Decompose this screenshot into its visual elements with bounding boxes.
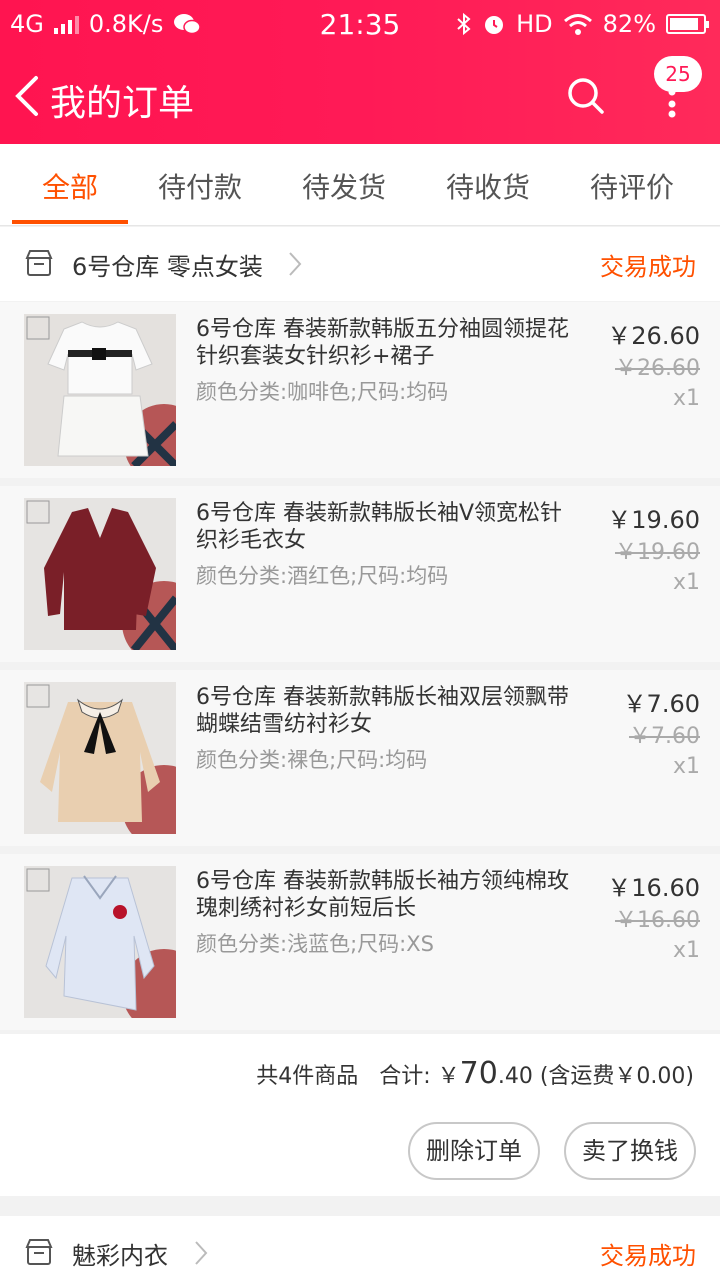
currency-symbol: ￥: [437, 1064, 460, 1089]
product-sku: 颜色分类:裸色;尺码:均码: [196, 748, 428, 772]
product-sku: 颜色分类:咖啡色;尺码:均码: [196, 380, 449, 404]
order-total-line: 共4件商品 合计: ￥70.40 (含运费￥0.00): [256, 1056, 694, 1091]
tab-all[interactable]: 全部: [5, 166, 135, 206]
product-image: [24, 314, 176, 466]
product-title: 6号仓库 春装新款韩版长袖V领宽松针织衫毛衣女: [196, 501, 563, 553]
order-item[interactable]: 6号仓库 春装新款韩版长袖双层领飘带蝴蝶结雪纺衬衫女 颜色分类:裸色;尺码:均码…: [0, 670, 720, 846]
order-shop-header[interactable]: 魅彩内衣 交易成功: [0, 1216, 720, 1280]
product-quantity: x1: [672, 754, 700, 779]
chevron-right-icon: [289, 252, 302, 276]
battery-icon: [666, 14, 709, 34]
back-icon[interactable]: [12, 74, 42, 118]
product-original-price: ￥19.60: [615, 540, 700, 565]
order-tabs: 全部 待付款 待发货 待收货 待评价: [0, 144, 720, 226]
order-summary: 共4件商品 合计: ￥70.40 (含运费￥0.00) 删除订单 卖了换钱: [0, 1034, 720, 1196]
chevron-right-icon: [195, 1241, 208, 1265]
product-title: 6号仓库 春装新款韩版五分袖圆领提花针织套装女针织衫+裙子: [196, 317, 569, 369]
total-amount-integer: 70: [459, 1056, 498, 1091]
status-bar: 4G 0.8K/s 21:35 HD 82%: [0, 0, 720, 48]
product-image: [24, 498, 176, 650]
order-shop-header[interactable]: 6号仓库 零点女装 交易成功: [0, 227, 720, 301]
total-amount-decimal: .40: [497, 1064, 533, 1089]
product-image: [24, 682, 176, 834]
notification-badge[interactable]: 25: [654, 56, 702, 92]
order-item[interactable]: 6号仓库 春装新款韩版五分袖圆领提花针织套装女针织衫+裙子 颜色分类:咖啡色;尺…: [0, 302, 720, 478]
product-quantity: x1: [672, 938, 700, 963]
bluetooth-icon: [457, 12, 471, 36]
resell-button[interactable]: 卖了换钱: [564, 1122, 696, 1180]
wifi-icon: [563, 14, 592, 35]
delete-order-button[interactable]: 删除订单: [408, 1122, 540, 1180]
order-status: 交易成功: [600, 253, 696, 281]
store-icon: [25, 1239, 53, 1265]
product-title: 6号仓库 春装新款韩版长袖双层领飘带蝴蝶结雪纺衬衫女: [196, 685, 569, 737]
order-status: 交易成功: [600, 1242, 696, 1270]
product-quantity: x1: [672, 386, 700, 411]
page-title: 我的订单: [50, 83, 195, 124]
product-sku: 颜色分类:浅蓝色;尺码:XS: [196, 932, 434, 956]
product-price: ￥19.60: [607, 506, 700, 534]
tab-pending-receipt[interactable]: 待收货: [423, 166, 553, 206]
tab-indicator: [12, 220, 128, 224]
item-count: 共4件商品: [256, 1064, 359, 1089]
product-quantity: x1: [672, 570, 700, 595]
tab-pending-review[interactable]: 待评价: [567, 166, 697, 206]
alarm-icon: [485, 16, 504, 34]
product-sku: 颜色分类:酒红色;尺码:均码: [196, 564, 449, 588]
product-original-price: ￥16.60: [615, 908, 700, 933]
store-icon: [25, 250, 53, 276]
order-item[interactable]: 6号仓库 春装新款韩版长袖V领宽松针织衫毛衣女 颜色分类:酒红色;尺码:均码 ￥…: [0, 486, 720, 662]
shop-name: 6号仓库 零点女装: [72, 253, 263, 281]
product-price: ￥26.60: [607, 322, 700, 350]
order-item[interactable]: 6号仓库 春装新款韩版长袖方领纯棉玫瑰刺绣衬衫女前短后长 颜色分类:浅蓝色;尺码…: [0, 854, 720, 1030]
tab-pending-payment[interactable]: 待付款: [135, 166, 265, 206]
hd-indicator: HD: [516, 10, 553, 38]
shop-name: 魅彩内衣: [72, 1242, 168, 1270]
shipping-fee: (含运费￥0.00): [539, 1064, 694, 1089]
product-price: ￥16.60: [607, 874, 700, 902]
product-original-price: ￥7.60: [629, 724, 700, 749]
search-icon[interactable]: [566, 76, 606, 116]
app-header: 我的订单 25: [0, 48, 720, 144]
tab-pending-shipment[interactable]: 待发货: [279, 166, 409, 206]
product-title: 6号仓库 春装新款韩版长袖方领纯棉玫瑰刺绣衬衫女前短后长: [196, 869, 569, 921]
product-image: [24, 866, 176, 1018]
product-original-price: ￥26.60: [615, 356, 700, 381]
total-label: 合计:: [379, 1064, 431, 1089]
battery-percent: 82%: [602, 10, 656, 38]
product-price: ￥7.60: [622, 690, 700, 718]
